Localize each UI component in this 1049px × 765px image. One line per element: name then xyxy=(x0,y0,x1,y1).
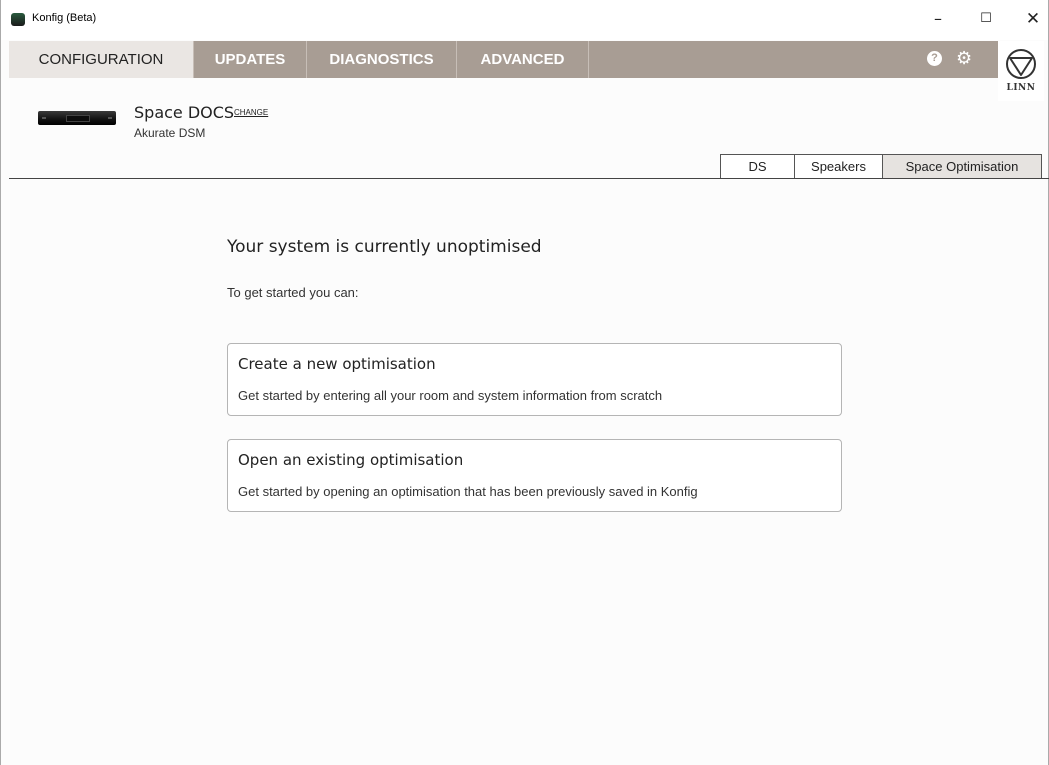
option-description: Get started by opening an optimisation t… xyxy=(238,484,698,499)
device-model: Akurate DSM xyxy=(134,126,206,140)
tab-advanced[interactable]: ADVANCED xyxy=(457,41,589,78)
tab-configuration[interactable]: CONFIGURATION xyxy=(9,41,194,78)
linn-logo-mark xyxy=(1006,49,1036,79)
subtab-speakers[interactable]: Speakers xyxy=(794,154,883,178)
page-heading: Your system is currently unoptimised xyxy=(227,237,542,257)
title-bar: Konfig (Beta) – ☐ ✕ xyxy=(1,0,1048,40)
change-device-link[interactable]: CHANGE xyxy=(234,108,268,117)
maximize-button[interactable]: ☐ xyxy=(970,6,1002,32)
app-icon xyxy=(11,13,25,26)
minimize-button[interactable]: – xyxy=(922,6,954,32)
help-icon[interactable]: ? xyxy=(927,51,942,66)
device-image xyxy=(38,111,116,125)
page-subheading: To get started you can: xyxy=(227,285,359,300)
main-nav: CONFIGURATION UPDATES DIAGNOSTICS ADVANC… xyxy=(9,41,998,78)
open-optimisation-option[interactable]: Open an existing optimisation Get starte… xyxy=(227,439,842,512)
subtab-space-optimisation[interactable]: Space Optimisation xyxy=(882,154,1042,178)
device-name: Space DOCS xyxy=(134,103,235,122)
option-title: Open an existing optimisation xyxy=(238,451,464,469)
tab-updates[interactable]: UPDATES xyxy=(194,41,307,78)
tab-diagnostics[interactable]: DIAGNOSTICS xyxy=(307,41,457,78)
logo-text: LINN xyxy=(1006,83,1036,93)
linn-logo: LINN xyxy=(998,41,1044,101)
close-button[interactable]: ✕ xyxy=(1017,6,1049,32)
header-divider xyxy=(9,178,1049,179)
create-optimisation-option[interactable]: Create a new optimisation Get started by… xyxy=(227,343,842,416)
gear-icon[interactable]: ⚙ xyxy=(956,46,972,72)
window-title: Konfig (Beta) xyxy=(32,12,97,24)
subtab-ds[interactable]: DS xyxy=(720,154,795,178)
app-window: Konfig (Beta) – ☐ ✕ CONFIGURATION UPDATE… xyxy=(0,0,1049,765)
option-description: Get started by entering all your room an… xyxy=(238,388,663,403)
option-title: Create a new optimisation xyxy=(238,355,436,373)
